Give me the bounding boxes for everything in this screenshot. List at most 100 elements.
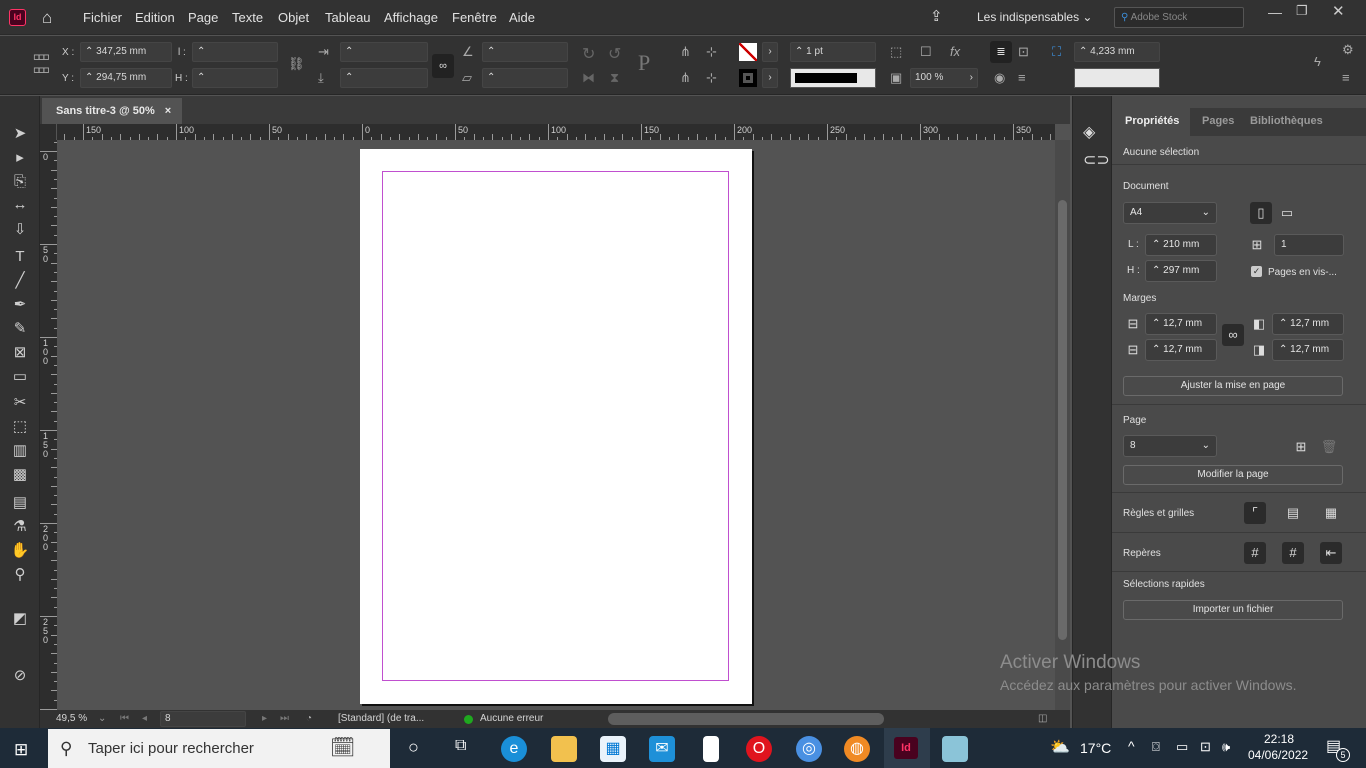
- network-icon[interactable]: ⊡: [1200, 739, 1211, 755]
- note-tool-icon[interactable]: ▤: [10, 493, 30, 513]
- stroke-menu-button[interactable]: ›: [762, 68, 778, 88]
- stroke-swatch[interactable]: [739, 69, 757, 87]
- share-icon[interactable]: ⇪: [930, 7, 943, 25]
- menu-aide[interactable]: Aide: [509, 10, 535, 25]
- windows-start-icon[interactable]: ⊞: [14, 740, 28, 760]
- scale-y-field[interactable]: ⌃: [340, 68, 428, 88]
- restore-button[interactable]: ❐: [1296, 3, 1308, 19]
- clock-date[interactable]: 04/06/2022: [1248, 748, 1308, 762]
- preflight-profile[interactable]: [Standard] (de tra...: [338, 710, 424, 728]
- pen-tool-icon[interactable]: ✒: [10, 295, 30, 315]
- menu-affichage[interactable]: Affichage: [384, 10, 438, 25]
- page-size-select[interactable]: A4 ⌄: [1123, 202, 1217, 224]
- lock-guides-icon[interactable]: #: [1282, 542, 1304, 564]
- stroke-weight-field[interactable]: ⌃ 1 pt: [790, 42, 876, 62]
- add-page-icon[interactable]: ⊞: [1290, 436, 1312, 458]
- portrait-orientation-icon[interactable]: ▯: [1250, 202, 1272, 224]
- width-field[interactable]: ⌃ 210 mm: [1145, 234, 1217, 256]
- layers-icon[interactable]: ◈: [1083, 122, 1095, 142]
- rectangle-frame-tool-icon[interactable]: ⊠: [10, 343, 30, 363]
- page-number-field[interactable]: 8: [160, 711, 246, 727]
- text-wrap-box-icon[interactable]: ⊡: [1018, 44, 1029, 60]
- vertical-ruler[interactable]: 0 50 100 150 200 250: [40, 140, 57, 710]
- menu-tableau[interactable]: Tableau: [325, 10, 371, 25]
- page-select[interactable]: 8 ⌄: [1123, 435, 1217, 457]
- eyedropper-tool-icon[interactable]: ⚗: [10, 517, 30, 537]
- corner-options-icon[interactable]: ⬚: [890, 44, 902, 60]
- free-transform-tool-icon[interactable]: ⬚: [10, 417, 30, 437]
- previous-page-icon[interactable]: ◂: [142, 710, 147, 728]
- vertical-scrollbar[interactable]: [1055, 140, 1070, 710]
- gap-tool-icon[interactable]: ↔: [10, 195, 30, 215]
- indesign-taskbar-button[interactable]: Id: [884, 728, 930, 768]
- edit-page-button[interactable]: Modifier la page: [1123, 465, 1343, 485]
- tab-libraries[interactable]: Bibliothèques: [1250, 115, 1323, 127]
- reference-point-icon[interactable]: ▫▫▫ ▫▫▫: [26, 46, 54, 81]
- first-page-icon[interactable]: ⏮: [120, 710, 129, 728]
- apply-none-icon[interactable]: ⊘: [10, 666, 30, 686]
- rotate-field[interactable]: ⌃: [482, 42, 568, 62]
- fx-icon[interactable]: fx: [950, 44, 960, 59]
- gradient-swatch-tool-icon[interactable]: ▥: [10, 441, 30, 461]
- scissors-tool-icon[interactable]: ✂: [10, 393, 30, 413]
- close-button[interactable]: ✕: [1332, 2, 1345, 20]
- adobe-stock-search[interactable]: ⚲ Adobe Stock: [1114, 7, 1244, 28]
- temperature[interactable]: 17°C: [1080, 740, 1111, 756]
- auto-fit-icon[interactable]: ◉: [994, 70, 1005, 86]
- store-icon[interactable]: ▦: [600, 736, 626, 762]
- show-guides-icon[interactable]: #: [1244, 542, 1266, 564]
- rotate-cw-icon[interactable]: ↻: [582, 44, 595, 64]
- direct-selection-tool-icon[interactable]: ▸: [10, 148, 30, 168]
- document-grid-icon[interactable]: ▦: [1320, 502, 1342, 524]
- home-icon[interactable]: ⌂: [42, 8, 52, 28]
- delete-page-icon[interactable]: 🗑: [1318, 436, 1340, 458]
- menu-fichier[interactable]: Fichier: [83, 10, 122, 25]
- width-field[interactable]: ⌃: [192, 42, 278, 62]
- close-tab-icon[interactable]: ×: [165, 105, 171, 117]
- smart-guides-icon[interactable]: ⇤: [1320, 542, 1342, 564]
- text-wrap-none-icon[interactable]: ≣: [990, 41, 1012, 63]
- horizontal-ruler[interactable]: 150 100 50 0 50 100 150 200 250 300 350: [57, 124, 1055, 140]
- content-collector-icon[interactable]: ⇩: [10, 220, 30, 240]
- document-tab[interactable]: Sans titre-3 @ 50% ×: [42, 98, 182, 124]
- gradient-feather-tool-icon[interactable]: ▩: [10, 465, 30, 485]
- menu-fenêtre[interactable]: Fenêtre: [452, 10, 497, 25]
- pencil-tool-icon[interactable]: ✎: [10, 319, 30, 339]
- rotate-ccw-icon[interactable]: ↺: [608, 44, 621, 64]
- taskbar-search[interactable]: ⚲ Taper ici pour rechercher 🗓: [48, 729, 390, 768]
- split-view-icon[interactable]: ◫: [1038, 710, 1047, 728]
- rulers-icon[interactable]: ⌜: [1244, 502, 1266, 524]
- rectangle-tool-icon[interactable]: ▭: [10, 367, 30, 387]
- news-widget-icon[interactable]: 🗓: [330, 729, 355, 768]
- x-field[interactable]: ⌃ 347,25 mm: [80, 42, 172, 62]
- battery-icon[interactable]: ▭: [1176, 739, 1188, 755]
- tab-properties[interactable]: Propriétés: [1125, 115, 1179, 127]
- opera-icon[interactable]: O: [746, 736, 772, 762]
- links-icon[interactable]: ⊂⊃: [1083, 150, 1110, 170]
- lightning-icon[interactable]: ϟ: [1314, 54, 1321, 69]
- stroke-type-select[interactable]: [790, 68, 876, 88]
- facing-pages-checkbox[interactable]: ✓: [1251, 266, 1262, 277]
- notepad-icon[interactable]: [942, 736, 968, 762]
- cortana-icon[interactable]: ○: [408, 737, 419, 758]
- spacing-field[interactable]: ⌃ 4,233 mm: [1074, 42, 1160, 62]
- last-page-icon[interactable]: ⏭: [280, 710, 289, 728]
- gear-icon[interactable]: ⚙: [1342, 42, 1354, 58]
- flip-horizontal-icon[interactable]: ⧓: [582, 70, 595, 86]
- weather-icon[interactable]: ⛅: [1050, 737, 1070, 757]
- minimize-button[interactable]: —: [1268, 4, 1282, 20]
- task-view-icon[interactable]: ⧉: [455, 737, 466, 755]
- select-content-icon[interactable]: ⋔: [680, 70, 691, 86]
- pages-count-field[interactable]: 1: [1274, 234, 1344, 256]
- adjust-layout-button[interactable]: Ajuster la mise en page: [1123, 376, 1343, 396]
- margin-bottom-field[interactable]: ⌃ 12,7 mm: [1145, 339, 1217, 361]
- mail-icon[interactable]: ✉: [649, 736, 675, 762]
- shear-field[interactable]: ⌃: [482, 68, 568, 88]
- opacity-field[interactable]: 100 % ›: [910, 68, 978, 88]
- page-tool-icon[interactable]: ⎘: [10, 172, 30, 192]
- workspace-switcher[interactable]: Les indispensables ⌄: [977, 10, 1092, 24]
- align-center-icon[interactable]: ≡: [1018, 70, 1026, 85]
- edge-icon[interactable]: e: [501, 736, 527, 762]
- hand-tool-icon[interactable]: ✋: [10, 541, 30, 561]
- menu-page[interactable]: Page: [188, 10, 218, 25]
